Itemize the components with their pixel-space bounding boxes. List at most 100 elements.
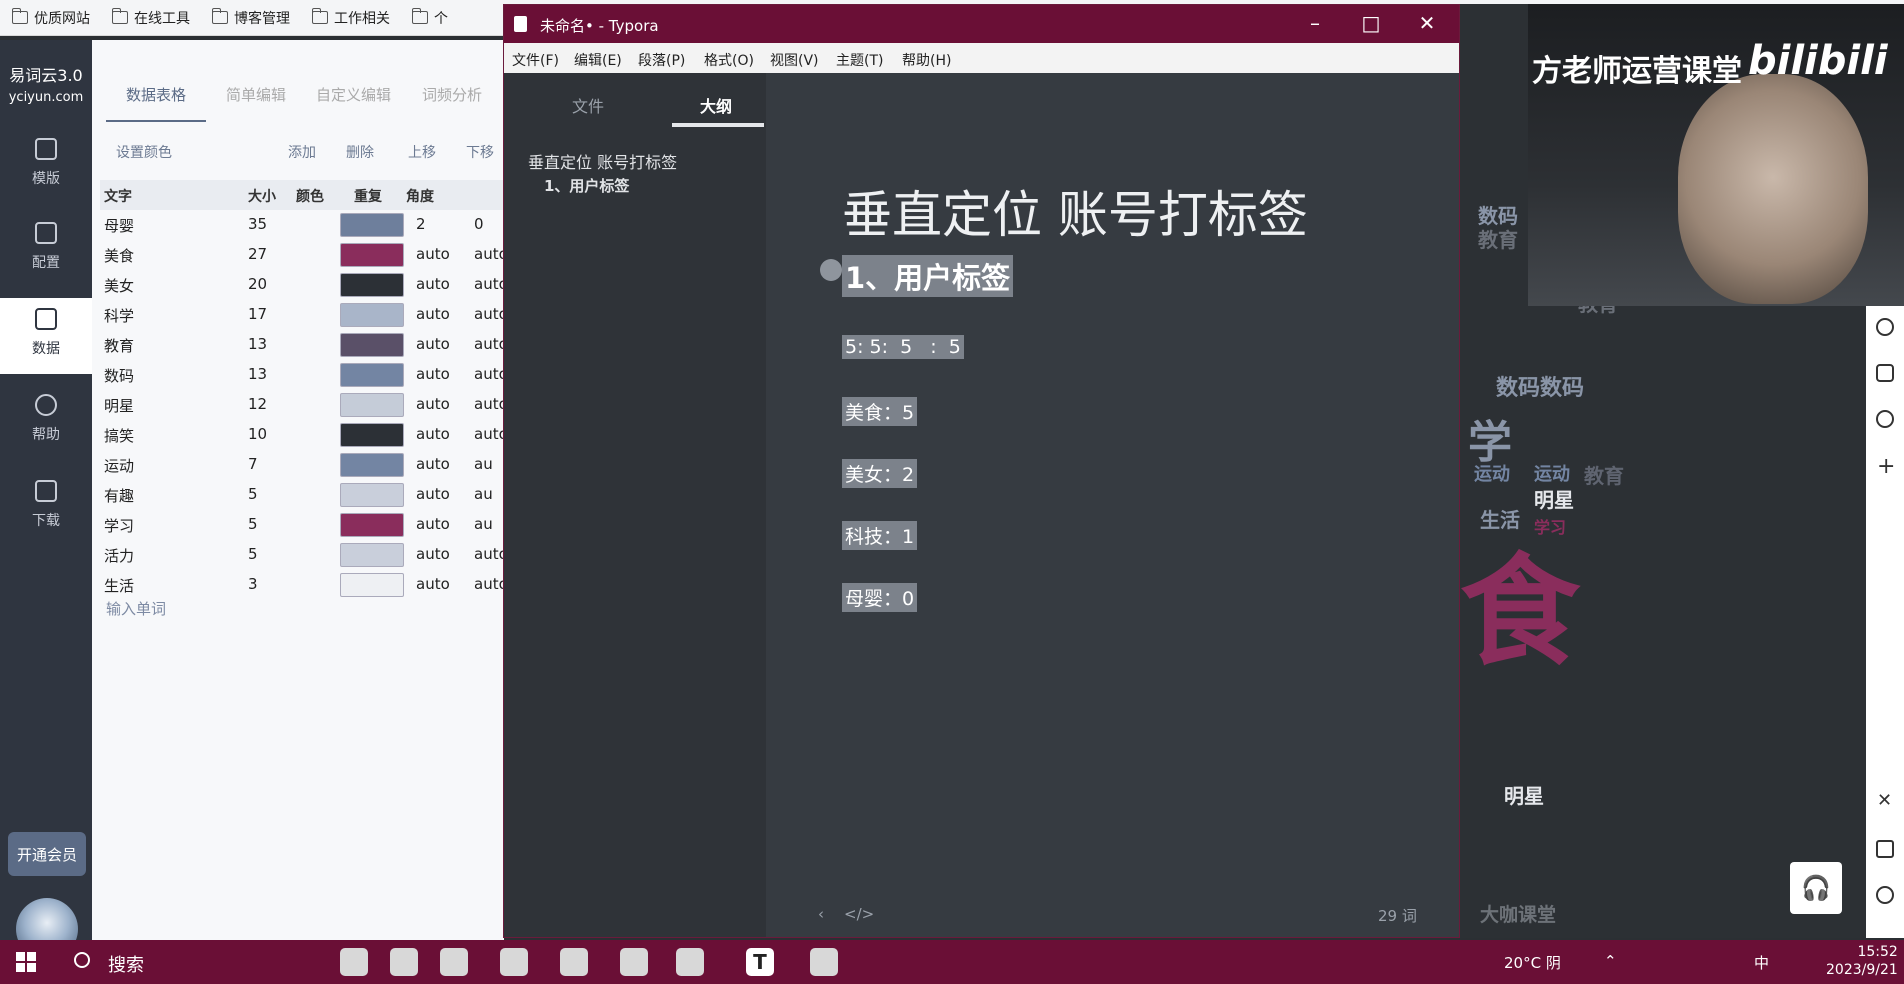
color-swatch[interactable]: [340, 393, 404, 417]
menu-edit[interactable]: 编辑(E): [574, 50, 622, 70]
move-down-button[interactable]: 下移: [466, 142, 494, 162]
table-row[interactable]: 教育 13 auto auto: [100, 330, 508, 360]
plus-icon[interactable]: +: [1877, 454, 1895, 479]
tab-outline[interactable]: 大纲: [700, 93, 732, 117]
gear-icon[interactable]: [1876, 886, 1894, 904]
color-swatch[interactable]: [340, 303, 404, 327]
word-input[interactable]: 输入单词: [106, 598, 166, 619]
close-icon[interactable]: ✕: [1877, 790, 1892, 811]
chevron-up-icon[interactable]: ⌃: [1604, 952, 1617, 970]
cell-repeat[interactable]: auto: [416, 245, 450, 263]
cell-repeat[interactable]: auto: [416, 515, 450, 533]
cell-word[interactable]: 生活: [104, 575, 134, 596]
add-button[interactable]: 添加: [288, 142, 316, 162]
cell-word[interactable]: 科学: [104, 305, 134, 326]
color-swatch[interactable]: [340, 543, 404, 567]
cell-repeat[interactable]: auto: [416, 335, 450, 353]
source-code-icon[interactable]: </>: [844, 905, 874, 923]
cell-repeat[interactable]: auto: [416, 455, 450, 473]
table-row[interactable]: 美食 27 auto auto: [100, 240, 508, 270]
ime-indicator[interactable]: 中: [1754, 952, 1769, 973]
cell-size[interactable]: 17: [248, 305, 267, 323]
cell-word[interactable]: 运动: [104, 455, 134, 476]
cell-repeat[interactable]: auto: [416, 395, 450, 413]
color-swatch[interactable]: [340, 483, 404, 507]
table-row[interactable]: 运动 7 auto au: [100, 450, 504, 480]
cell-repeat[interactable]: auto: [416, 275, 450, 293]
bookmark-item[interactable]: 工作相关: [311, 8, 390, 28]
cell-size[interactable]: 20: [248, 275, 267, 293]
color-swatch[interactable]: [340, 453, 404, 477]
cell-word[interactable]: 学习: [104, 515, 134, 536]
cell-word[interactable]: 活力: [104, 545, 134, 566]
cell-size[interactable]: 27: [248, 245, 267, 263]
cell-angle[interactable]: 0: [474, 215, 484, 233]
menu-paragraph[interactable]: 段落(P): [638, 50, 685, 70]
cell-size[interactable]: 12: [248, 395, 267, 413]
table-row[interactable]: 有趣 5 auto au: [100, 480, 504, 510]
cell-size[interactable]: 7: [248, 455, 258, 473]
app-icon[interactable]: [340, 948, 368, 976]
app-icon[interactable]: [500, 948, 528, 976]
cell-word[interactable]: 搞笑: [104, 425, 134, 446]
color-swatch[interactable]: [340, 333, 404, 357]
clock[interactable]: 15:52 2023/9/21: [1826, 943, 1898, 979]
menu-view[interactable]: 视图(V): [770, 50, 819, 70]
cell-size[interactable]: 13: [248, 335, 267, 353]
cell-angle[interactable]: au: [474, 515, 493, 533]
delete-button[interactable]: 删除: [346, 142, 374, 162]
table-row[interactable]: 生活 3 auto auto: [100, 570, 508, 600]
outline-item-h2[interactable]: 1、用户标签: [544, 175, 629, 196]
nav-config[interactable]: 配置: [0, 212, 92, 288]
app-icon[interactable]: [390, 948, 418, 976]
nav-help[interactable]: 帮助: [0, 384, 92, 460]
table-row[interactable]: 学习 5 auto au: [100, 510, 504, 540]
table-row[interactable]: 科学 17 auto auto: [100, 300, 508, 330]
table-row[interactable]: 活力 5 auto auto: [100, 540, 508, 570]
doc-paragraph[interactable]: 美食：5: [842, 397, 918, 426]
color-swatch[interactable]: [340, 423, 404, 447]
bookmark-item[interactable]: 个: [411, 8, 448, 28]
table-row[interactable]: 数码 13 auto auto: [100, 360, 508, 390]
maximize-icon[interactable]: □: [1346, 9, 1396, 39]
cell-size[interactable]: 3: [248, 575, 258, 593]
cell-repeat[interactable]: auto: [416, 425, 450, 443]
menu-file[interactable]: 文件(F): [512, 50, 559, 70]
doc-paragraph[interactable]: 美女：2: [842, 459, 918, 488]
tab-frequency[interactable]: 词频分析: [422, 84, 482, 105]
external-link-icon[interactable]: [1876, 840, 1894, 858]
cell-size[interactable]: 35: [248, 215, 267, 233]
nav-data[interactable]: 数据: [0, 298, 92, 374]
tab-data-table[interactable]: 数据表格: [126, 84, 186, 105]
tab-custom-edit[interactable]: 自定义编辑: [316, 84, 391, 105]
table-row[interactable]: 母婴 35 2 0: [100, 210, 504, 240]
cell-word[interactable]: 美食: [104, 245, 134, 266]
bookmark-item[interactable]: 优质网站: [11, 8, 90, 28]
tab-files[interactable]: 文件: [572, 93, 604, 117]
menu-theme[interactable]: 主题(T): [836, 50, 883, 70]
doc-heading-1[interactable]: 垂直定位 账号打标签: [842, 175, 1308, 247]
doc-paragraph[interactable]: 科技：1: [842, 521, 918, 550]
cell-word[interactable]: 数码: [104, 365, 134, 386]
vip-button[interactable]: 开通会员: [8, 832, 86, 876]
app-icon[interactable]: [810, 948, 838, 976]
cell-size[interactable]: 5: [248, 485, 258, 503]
tab-simple-edit[interactable]: 简单编辑: [226, 84, 286, 105]
taskbar-search[interactable]: 搜索: [108, 951, 144, 977]
table-row[interactable]: 搞笑 10 auto auto: [100, 420, 508, 450]
cell-angle[interactable]: au: [474, 455, 493, 473]
cell-repeat[interactable]: 2: [416, 215, 426, 233]
typora-app-icon[interactable]: T: [746, 948, 774, 976]
cell-word[interactable]: 美女: [104, 275, 134, 296]
settings-icon[interactable]: [1876, 410, 1894, 428]
cell-size[interactable]: 5: [248, 515, 258, 533]
cell-size[interactable]: 13: [248, 365, 267, 383]
chevron-left-icon[interactable]: ‹: [818, 905, 824, 923]
cell-word[interactable]: 有趣: [104, 485, 134, 506]
nav-template[interactable]: 模版: [0, 128, 92, 204]
close-icon[interactable]: ✕: [1402, 9, 1452, 39]
cell-repeat[interactable]: auto: [416, 305, 450, 323]
window-icon[interactable]: [1876, 364, 1894, 382]
cell-repeat[interactable]: auto: [416, 575, 450, 593]
bookmark-item[interactable]: 在线工具: [111, 8, 190, 28]
